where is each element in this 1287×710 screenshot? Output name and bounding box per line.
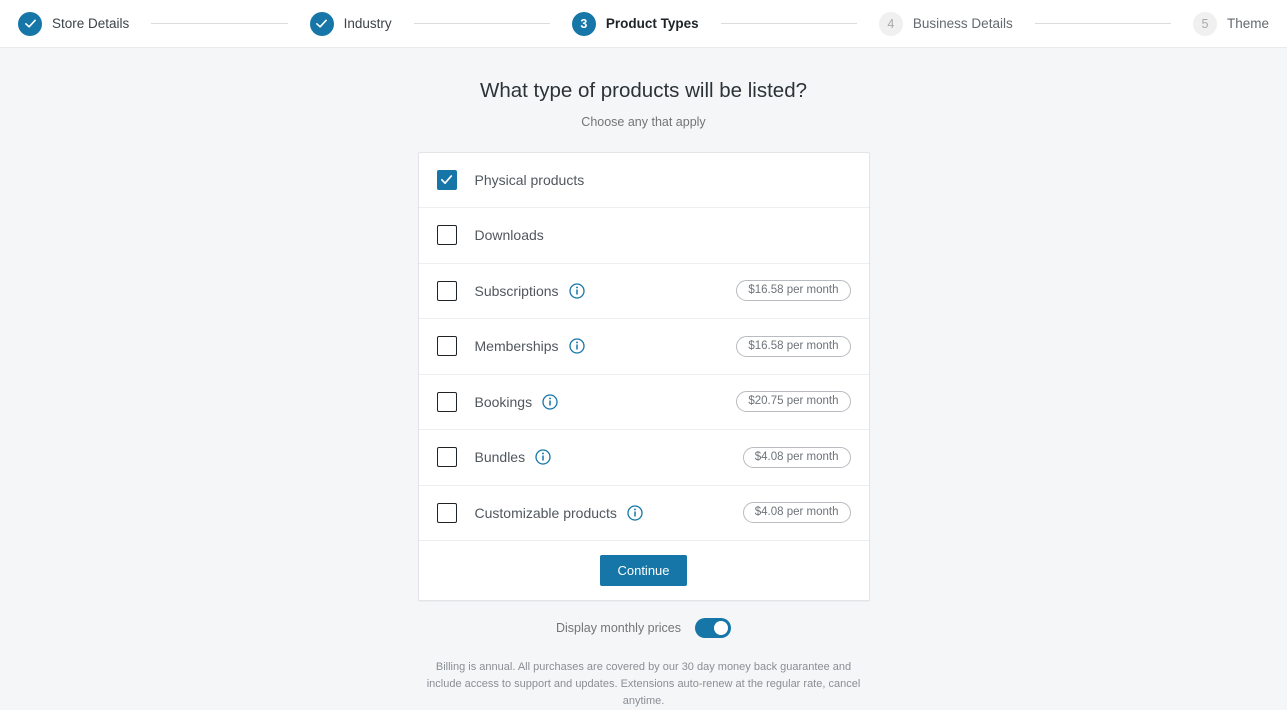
info-icon[interactable] — [569, 338, 585, 354]
checkbox-checked[interactable] — [437, 170, 457, 190]
info-icon[interactable] — [542, 394, 558, 410]
step-connector-2 — [414, 23, 550, 24]
product-type-label: Customizable products — [475, 505, 617, 521]
display-monthly-prices-toggle[interactable] — [695, 618, 731, 638]
product-type-row[interactable]: Bundles $4.08 per month — [419, 430, 869, 486]
step-business-details[interactable]: 4 Business Details — [879, 12, 1013, 36]
step-number-badge: 3 — [572, 12, 596, 36]
product-type-row[interactable]: Downloads — [419, 208, 869, 264]
product-type-row[interactable]: Bookings $20.75 per month — [419, 375, 869, 431]
step-label-store-details: Store Details — [52, 16, 129, 31]
product-type-label: Physical products — [475, 172, 585, 188]
billing-disclaimer: Billing is annual. All purchases are cov… — [418, 659, 870, 710]
monthly-prices-toggle-group: Display monthly prices — [556, 618, 731, 638]
step-connector-1 — [151, 23, 287, 24]
product-type-label: Bundles — [475, 449, 526, 465]
page-subtitle: Choose any that apply — [581, 115, 705, 129]
info-icon[interactable] — [535, 449, 551, 465]
checkbox-unchecked[interactable] — [437, 392, 457, 412]
product-types-list: Physical products Downloads Subscriptions $… — [419, 153, 869, 542]
monthly-prices-label: Display monthly prices — [556, 621, 681, 635]
checkbox-unchecked[interactable] — [437, 336, 457, 356]
product-type-row[interactable]: Subscriptions $16.58 per month — [419, 264, 869, 320]
step-connector-4 — [1035, 23, 1171, 24]
toggle-knob — [714, 621, 728, 635]
product-type-label: Bookings — [475, 394, 533, 410]
checkbox-unchecked[interactable] — [437, 503, 457, 523]
onboarding-stepper: Store Details Industry 3 Product Types 4… — [0, 0, 1287, 48]
main-content: What type of products will be listed? Ch… — [0, 48, 1287, 710]
price-badge: $4.08 per month — [743, 502, 851, 523]
product-type-row[interactable]: Memberships $16.58 per month — [419, 319, 869, 375]
product-type-label: Memberships — [475, 338, 559, 354]
info-icon[interactable] — [627, 505, 643, 521]
checkbox-unchecked[interactable] — [437, 447, 457, 467]
step-number-badge: 5 — [1193, 12, 1217, 36]
page-title: What type of products will be listed? — [480, 78, 807, 105]
step-industry[interactable]: Industry — [310, 12, 392, 36]
step-product-types[interactable]: 3 Product Types — [572, 12, 699, 36]
step-complete-check-icon — [18, 12, 42, 36]
price-badge: $20.75 per month — [736, 391, 850, 412]
product-type-row[interactable]: Customizable products $4.08 per month — [419, 486, 869, 542]
info-icon[interactable] — [569, 283, 585, 299]
product-types-card: Physical products Downloads Subscriptions $… — [418, 152, 870, 602]
step-complete-check-icon — [310, 12, 334, 36]
continue-button[interactable]: Continue — [600, 555, 686, 586]
price-badge: $16.58 per month — [736, 280, 850, 301]
checkbox-unchecked[interactable] — [437, 281, 457, 301]
step-label-theme: Theme — [1227, 16, 1269, 31]
step-store-details[interactable]: Store Details — [18, 12, 129, 36]
price-badge: $4.08 per month — [743, 447, 851, 468]
product-type-label: Subscriptions — [475, 283, 559, 299]
step-label-business-details: Business Details — [913, 16, 1013, 31]
step-number-badge: 4 — [879, 12, 903, 36]
step-theme[interactable]: 5 Theme — [1193, 12, 1269, 36]
card-footer: Continue — [419, 541, 869, 600]
step-label-product-types: Product Types — [606, 16, 699, 31]
checkbox-unchecked[interactable] — [437, 225, 457, 245]
step-connector-3 — [721, 23, 857, 24]
price-badge: $16.58 per month — [736, 336, 850, 357]
product-type-label: Downloads — [475, 227, 544, 243]
product-type-row[interactable]: Physical products — [419, 153, 869, 209]
step-label-industry: Industry — [344, 16, 392, 31]
